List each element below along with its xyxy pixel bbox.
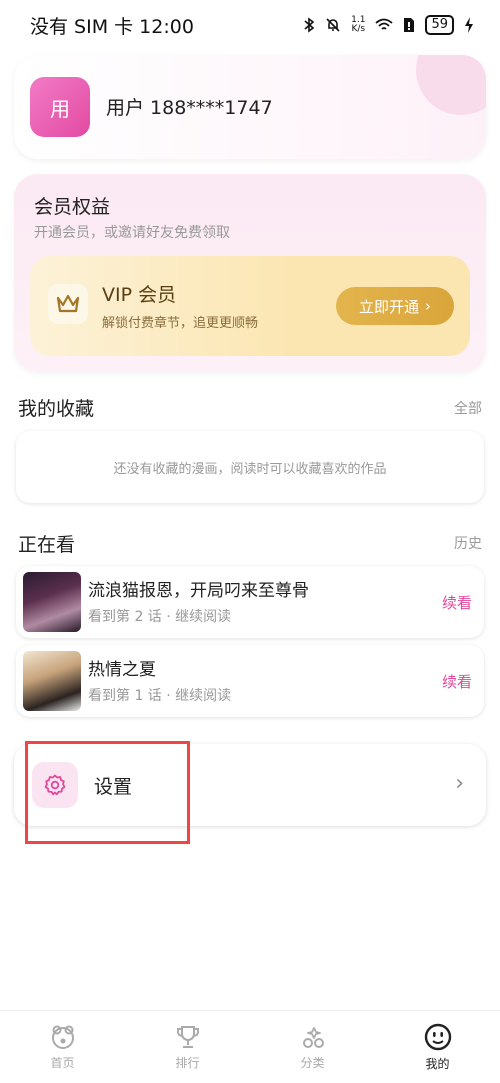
bottom-tab-bar: 首页 排行 分类 我的: [0, 1010, 500, 1083]
comic-title: 热情之夏: [88, 660, 156, 680]
comic-progress: 看到第 1 话 · 继续阅读: [88, 688, 232, 704]
crown-icon: [48, 284, 88, 324]
open-vip-label: 立即开通: [358, 297, 419, 316]
chevron-right-icon: ›: [455, 771, 464, 796]
tab-category[interactable]: 分类: [250, 1011, 375, 1083]
vip-section-title: 会员权益: [34, 196, 111, 218]
vip-card-title: VIP 会员: [102, 284, 177, 306]
vip-section-subtitle: 开通会员，或邀请好友免费领取: [34, 225, 230, 241]
favorites-title: 我的收藏: [18, 398, 95, 420]
sim-alert-icon: [404, 18, 415, 32]
tab-category-label: 分类: [300, 1055, 325, 1070]
status-icons: 1.1 K/s 59: [303, 15, 474, 35]
favorites-all-link[interactable]: 全部: [454, 398, 482, 418]
continue-reading-button[interactable]: 续看: [442, 592, 472, 613]
vip-benefits-section: 会员权益 开通会员，或邀请好友免费领取 VIP 会员 解锁付费章节，追更更顺畅 …: [14, 174, 486, 372]
open-vip-button[interactable]: 立即开通 ›: [336, 287, 454, 325]
favorites-empty-text: 还没有收藏的漫画，阅读时可以收藏喜欢的作品: [113, 461, 387, 477]
net-speed-unit: K/s: [351, 24, 366, 34]
net-speed: 1.1 K/s: [351, 16, 365, 34]
comic-cover: [23, 572, 81, 632]
favorites-empty-state: 还没有收藏的漫画，阅读时可以收藏喜欢的作品: [16, 431, 484, 503]
trophy-icon: [176, 1025, 199, 1048]
battery-indicator: 59: [425, 15, 454, 35]
settings-row[interactable]: 设置 ›: [14, 744, 486, 826]
tab-ranking[interactable]: 排行: [125, 1011, 250, 1083]
reading-item[interactable]: 热情之夏 看到第 1 话 · 继续阅读 续看: [16, 645, 484, 717]
mute-bell-icon: [326, 18, 340, 32]
comic-progress: 看到第 2 话 · 继续阅读: [88, 609, 232, 625]
vip-card-desc: 解锁付费章节，追更更顺畅: [102, 316, 259, 331]
home-icon: [51, 1025, 74, 1049]
wifi-icon: [375, 18, 394, 30]
avatar[interactable]: 用: [30, 77, 90, 137]
user-name: 用户 188****1747: [106, 97, 273, 119]
settings-label: 设置: [94, 776, 133, 798]
profile-icon: [424, 1023, 451, 1050]
carrier-time: 没有 SIM 卡 12:00: [30, 15, 194, 38]
charging-icon: [465, 17, 473, 33]
comic-title: 流浪猫报恩，开局叼来至尊骨: [88, 581, 309, 601]
chevron-right-icon: ›: [425, 297, 431, 315]
category-icon: [302, 1026, 324, 1048]
tab-home-label: 首页: [50, 1055, 75, 1070]
vip-card[interactable]: VIP 会员 解锁付费章节，追更更顺畅 立即开通 ›: [30, 256, 470, 356]
history-link[interactable]: 历史: [454, 533, 482, 553]
decorative-blob: [416, 55, 486, 115]
status-bar: 没有 SIM 卡 12:00 1.1 K/s 59: [0, 0, 500, 50]
comic-cover: [23, 651, 81, 711]
continue-reading-button[interactable]: 续看: [442, 671, 472, 692]
reading-title: 正在看: [18, 534, 76, 556]
tab-mine-label: 我的: [425, 1056, 450, 1071]
tab-ranking-label: 排行: [175, 1055, 200, 1070]
reading-item[interactable]: 流浪猫报恩，开局叼来至尊骨 看到第 2 话 · 继续阅读 续看: [16, 566, 484, 638]
user-profile-card[interactable]: 用 用户 188****1747: [14, 55, 486, 159]
tab-mine[interactable]: 我的: [375, 1011, 500, 1083]
gear-icon: [32, 762, 78, 808]
bluetooth-icon: [304, 17, 315, 33]
tab-home[interactable]: 首页: [0, 1011, 125, 1083]
